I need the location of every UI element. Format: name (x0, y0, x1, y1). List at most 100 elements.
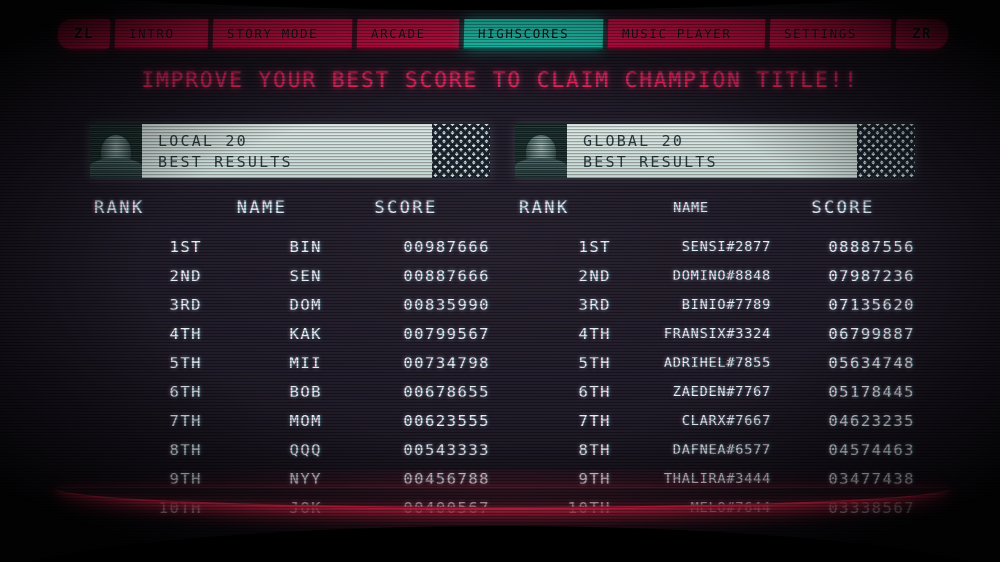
global-row-9-name: MELO#7644 (690, 499, 771, 516)
main-navigation-bar: ZL INTRO STORY MODE ARCADE HIGHSCORES MU… (57, 19, 949, 49)
table-row[interactable]: 8TH DAFNEA#6577 04574463 (515, 435, 915, 464)
shoulder-button-zr[interactable]: ZR (895, 19, 949, 49)
table-row[interactable]: 4TH FRANSIX#3324 06799887 (515, 319, 915, 348)
global-row-2-rank: 3RD (578, 295, 611, 314)
shoulder-button-zl[interactable]: ZL (57, 19, 111, 49)
local-row-9-rank: 10TH (158, 498, 202, 517)
tab-arcade[interactable]: ARCADE (356, 19, 460, 49)
local-panel-title: LOCAL 20 BEST RESULTS (142, 124, 432, 178)
global-row-2-name: BINIO#7789 (681, 296, 771, 313)
shoulder-zr-label: ZR (911, 26, 933, 42)
global-row-5-score: 05178445 (828, 382, 915, 401)
local-row-5-score: 00678655 (403, 382, 490, 401)
global-row-7-score: 04574463 (828, 440, 915, 459)
global-title-line-2: BEST RESULTS (583, 152, 718, 171)
local-row-2-rank: 3RD (169, 295, 202, 314)
local-row-6-name: MOM (289, 411, 322, 430)
global-row-4-name: ADRIHEL#7855 (663, 354, 771, 371)
table-row[interactable]: 3RD DOM 00835990 (90, 290, 490, 319)
tab-settings[interactable]: SETTINGS (770, 19, 892, 49)
local-row-4-name: MII (289, 353, 322, 372)
global-row-8-rank: 9TH (578, 469, 611, 488)
tab-highscores[interactable]: HIGHSCORES (464, 19, 604, 49)
avatar-scanline-overlay (515, 124, 567, 178)
local-row-0-score: 00987666 (403, 237, 490, 256)
tab-settings-label: SETTINGS (784, 25, 858, 41)
table-row[interactable]: 6TH ZAEDEN#7767 05178445 (515, 377, 915, 406)
local-row-6-score: 00623555 (403, 411, 490, 430)
tab-music-player[interactable]: MUSIC PLAYER (607, 19, 766, 49)
global-row-4-rank: 5TH (578, 353, 611, 372)
global-score-table: RANK NAME SCORE 1ST SENSI#2877 08887556 … (515, 198, 915, 522)
table-row[interactable]: 10TH JOK 00400567 (90, 493, 490, 522)
local-panel-hatch-decoration (432, 124, 490, 178)
local-row-1-rank: 2ND (169, 266, 202, 285)
page-headline: IMPROVE YOUR BEST SCORE TO CLAIM CHAMPIO… (141, 68, 859, 92)
tab-story-mode[interactable]: STORY MODE (212, 19, 353, 49)
global-row-1-name: DOMINO#8848 (672, 267, 771, 284)
table-row[interactable]: 1ST SENSI#2877 08887556 (515, 232, 915, 261)
table-row[interactable]: 7TH CLARX#7667 04623235 (515, 406, 915, 435)
tab-intro[interactable]: INTRO (114, 19, 209, 49)
avatar-scanline-overlay (90, 124, 142, 178)
local-row-0-name: BIN (289, 237, 322, 256)
table-row[interactable]: 2ND SEN 00887666 (90, 261, 490, 290)
local-row-4-rank: 5TH (169, 353, 202, 372)
local-row-8-rank: 9TH (169, 469, 202, 488)
local-row-9-score: 00400567 (403, 498, 490, 517)
tab-highscores-label: HIGHSCORES (478, 25, 570, 41)
table-row[interactable]: 1ST BIN 00987666 (90, 232, 490, 261)
local-title-line-2: BEST RESULTS (158, 152, 293, 171)
local-table-header-row: RANK NAME SCORE (90, 198, 490, 232)
global-row-6-name: CLARX#7667 (681, 412, 771, 429)
global-row-6-score: 04623235 (828, 411, 915, 430)
global-row-5-name: ZAEDEN#7767 (672, 383, 771, 400)
global-title-line-1: GLOBAL 20 (583, 131, 685, 150)
table-row[interactable]: 9TH THALIRA#3444 03477438 (515, 464, 915, 493)
table-row[interactable]: 2ND DOMINO#8848 07987236 (515, 261, 915, 290)
local-row-2-score: 00835990 (403, 295, 490, 314)
global-panel-title: GLOBAL 20 BEST RESULTS (567, 124, 857, 178)
global-row-1-rank: 2ND (578, 266, 611, 285)
local-title-line-1: LOCAL 20 (158, 131, 248, 150)
local-row-0-rank: 1ST (169, 237, 202, 256)
table-row[interactable]: 9TH NYY 00456788 (90, 464, 490, 493)
table-row[interactable]: 5TH ADRIHEL#7855 05634748 (515, 348, 915, 377)
shoulder-zl-label: ZL (73, 26, 95, 42)
table-row[interactable]: 6TH BOB 00678655 (90, 377, 490, 406)
table-row[interactable]: 5TH MII 00734798 (90, 348, 490, 377)
global-row-7-name: DAFNEA#6577 (672, 441, 771, 458)
global-row-4-score: 05634748 (828, 353, 915, 372)
table-row[interactable]: 10TH MELO#7644 03338567 (515, 493, 915, 522)
global-header-score: SCORE (811, 198, 875, 218)
highscores-screen: ZL INTRO STORY MODE ARCADE HIGHSCORES MU… (0, 0, 1000, 562)
global-row-8-score: 03477438 (828, 469, 915, 488)
table-row[interactable]: 7TH MOM 00623555 (90, 406, 490, 435)
local-scoreboard: LOCAL 20 BEST RESULTS RANK NAME SCORE 1S… (90, 124, 490, 522)
local-row-4-score: 00734798 (403, 353, 490, 372)
global-row-9-rank: 10TH (567, 498, 611, 517)
global-panel-header: GLOBAL 20 BEST RESULTS (515, 124, 915, 178)
global-avatar (515, 124, 567, 178)
global-row-5-rank: 6TH (578, 382, 611, 401)
global-header-name: NAME (673, 200, 709, 216)
local-header-rank: RANK (94, 198, 145, 218)
local-avatar (90, 124, 142, 178)
table-row[interactable]: 4TH KAK 00799567 (90, 319, 490, 348)
global-row-0-name: SENSI#2877 (681, 238, 771, 255)
global-panel-hatch-decoration (857, 124, 915, 178)
local-score-table: RANK NAME SCORE 1ST BIN 00987666 2ND SEN… (90, 198, 490, 522)
global-row-6-rank: 7TH (578, 411, 611, 430)
local-row-7-score: 00543333 (403, 440, 490, 459)
tab-intro-label: INTRO (128, 25, 175, 41)
table-row[interactable]: 3RD BINIO#7789 07135620 (515, 290, 915, 319)
tab-story-mode-label: STORY MODE (227, 25, 319, 41)
table-row[interactable]: 8TH QQQ 00543333 (90, 435, 490, 464)
local-row-8-name: NYY (289, 469, 322, 488)
local-row-7-name: QQQ (289, 440, 322, 459)
global-header-rank: RANK (519, 198, 570, 218)
global-row-3-score: 06799887 (828, 324, 915, 343)
local-row-3-score: 00799567 (403, 324, 490, 343)
local-row-8-score: 00456788 (403, 469, 490, 488)
local-row-6-rank: 7TH (169, 411, 202, 430)
